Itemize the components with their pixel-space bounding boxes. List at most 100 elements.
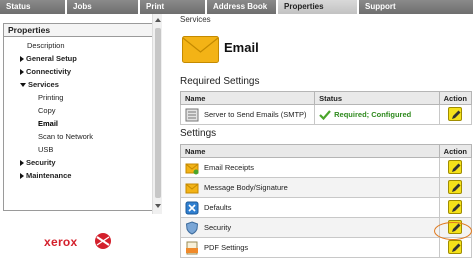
column-header-action: Action <box>438 144 473 158</box>
defaults-icon <box>185 201 199 214</box>
sidebar-item-scan-to-network[interactable]: Scan to Network <box>38 132 93 142</box>
scroll-up-icon[interactable] <box>154 16 162 24</box>
scroll-down-icon[interactable] <box>154 202 162 210</box>
tab-support[interactable]: Support <box>359 0 474 14</box>
row-name-cell: Server to Send Emails (SMTP) <box>179 104 316 125</box>
edit-button[interactable] <box>448 239 463 254</box>
row-action-cell <box>438 177 473 198</box>
tab-status[interactable]: Status <box>0 0 66 14</box>
row-name: Message Body/Signature <box>185 181 435 195</box>
breadcrumb: Services <box>180 15 211 24</box>
row-action-cell <box>438 157 473 178</box>
expand-arrow-icon[interactable] <box>20 56 24 63</box>
sidebar-item-connectivity[interactable]: Connectivity <box>20 67 71 77</box>
email-receipts-icon <box>185 163 199 174</box>
table-row: Email Receipts <box>180 157 473 178</box>
row-label: PDF Settings <box>204 243 249 252</box>
row-name-cell: Security <box>180 217 440 238</box>
pencil-icon <box>452 243 461 252</box>
sidebar-item-copy[interactable]: Copy <box>38 106 56 116</box>
sidebar-item-usb[interactable]: USB <box>38 145 53 155</box>
checkmark-icon <box>319 109 331 120</box>
xerox-logo: xerox <box>44 232 118 252</box>
row-name: Email Receipts <box>185 161 435 175</box>
row-label: Message Body/Signature <box>204 183 288 192</box>
xerox-sphere-icon <box>95 233 111 249</box>
sidebar-item-general-setup[interactable]: General Setup <box>20 54 77 64</box>
column-header-status: Status <box>314 91 440 105</box>
row-name-cell: PDF Settings <box>180 237 440 258</box>
left-panel: Properties Description General Setup Con… <box>0 14 172 264</box>
top-tab-bar: Status Jobs Print Address Book Propertie… <box>0 0 474 14</box>
server-icon <box>185 108 199 121</box>
row-name: Server to Send Emails (SMTP) <box>185 108 310 122</box>
main-content: Services Email Required Settings Name St… <box>172 14 474 264</box>
scrollbar-thumb[interactable] <box>155 28 161 198</box>
tab-print[interactable]: Print <box>140 0 206 14</box>
properties-tree-title: Properties <box>4 24 152 37</box>
expand-arrow-icon[interactable] <box>20 160 24 167</box>
properties-tree: Properties Description General Setup Con… <box>3 23 153 211</box>
shield-icon <box>185 220 199 235</box>
logo-text: xerox <box>44 235 78 249</box>
pencil-icon <box>452 110 461 119</box>
tab-properties[interactable]: Properties <box>278 0 358 14</box>
row-action-cell <box>438 237 473 258</box>
row-name: Defaults <box>185 201 435 215</box>
settings-heading: Settings <box>180 128 217 139</box>
tab-address-book[interactable]: Address Book <box>207 0 277 14</box>
edit-button[interactable] <box>448 159 463 174</box>
collapse-arrow-icon[interactable] <box>20 83 26 88</box>
page-title: Email <box>224 40 259 55</box>
row-name: Security <box>185 220 435 235</box>
table-header-row: Name Action <box>180 144 473 158</box>
required-settings-heading: Required Settings <box>180 76 260 87</box>
message-body-icon <box>185 183 199 193</box>
status-badge: Required; Configured <box>319 109 435 120</box>
row-name-cell: Message Body/Signature <box>180 177 440 198</box>
pencil-icon <box>452 163 461 172</box>
envelope-icon <box>182 36 219 63</box>
sidebar-item-label: Connectivity <box>26 67 72 76</box>
edit-button[interactable] <box>448 199 463 214</box>
pdf-icon <box>186 241 198 254</box>
sidebar-item-security[interactable]: Security <box>20 158 56 168</box>
row-action-cell <box>438 197 473 218</box>
tab-jobs[interactable]: Jobs <box>67 0 139 14</box>
table-row: Defaults <box>180 197 473 218</box>
highlight-annotation <box>434 222 472 240</box>
table-row: Message Body/Signature <box>180 177 473 198</box>
status-text: Required; Configured <box>334 110 412 119</box>
edit-button[interactable] <box>448 106 463 121</box>
sidebar-item-description[interactable]: Description <box>27 41 65 51</box>
table-row: Security <box>180 217 473 238</box>
column-header-name: Name <box>180 144 440 158</box>
expand-arrow-icon[interactable] <box>20 69 24 76</box>
row-status-cell: Required; Configured <box>314 104 440 125</box>
row-label: Defaults <box>204 203 232 212</box>
pencil-icon <box>452 183 461 192</box>
sidebar-item-printing[interactable]: Printing <box>38 93 63 103</box>
edit-button[interactable] <box>448 179 463 194</box>
row-label: Server to Send Emails (SMTP) <box>204 110 307 119</box>
row-label: Security <box>204 223 232 232</box>
sidebar-item-email[interactable]: Email <box>38 119 58 129</box>
sidebar-item-services[interactable]: Services <box>20 80 59 90</box>
column-header-action: Action <box>438 91 473 105</box>
column-header-name: Name <box>179 91 316 105</box>
expand-arrow-icon[interactable] <box>20 173 24 180</box>
table-header-row: Name Status Action <box>179 91 473 105</box>
row-name-cell: Defaults <box>180 197 440 218</box>
sidebar-item-maintenance[interactable]: Maintenance <box>20 171 71 181</box>
table-row: Server to Send Emails (SMTP) Required; C… <box>179 104 473 125</box>
required-settings-table: Name Status Action Server to Send Emails… <box>179 91 473 125</box>
sidebar-item-label: General Setup <box>26 54 77 63</box>
table-row: PDF Settings <box>180 237 473 258</box>
row-action-cell <box>438 104 473 125</box>
row-name-cell: Email Receipts <box>180 157 440 178</box>
settings-table: Name Action Email Receipts Message Body/… <box>180 144 473 258</box>
sidebar-item-label: Security <box>26 158 56 167</box>
sidebar-scrollbar[interactable] <box>152 14 162 214</box>
sidebar-item-label: Maintenance <box>26 171 72 180</box>
row-name: PDF Settings <box>185 241 435 255</box>
